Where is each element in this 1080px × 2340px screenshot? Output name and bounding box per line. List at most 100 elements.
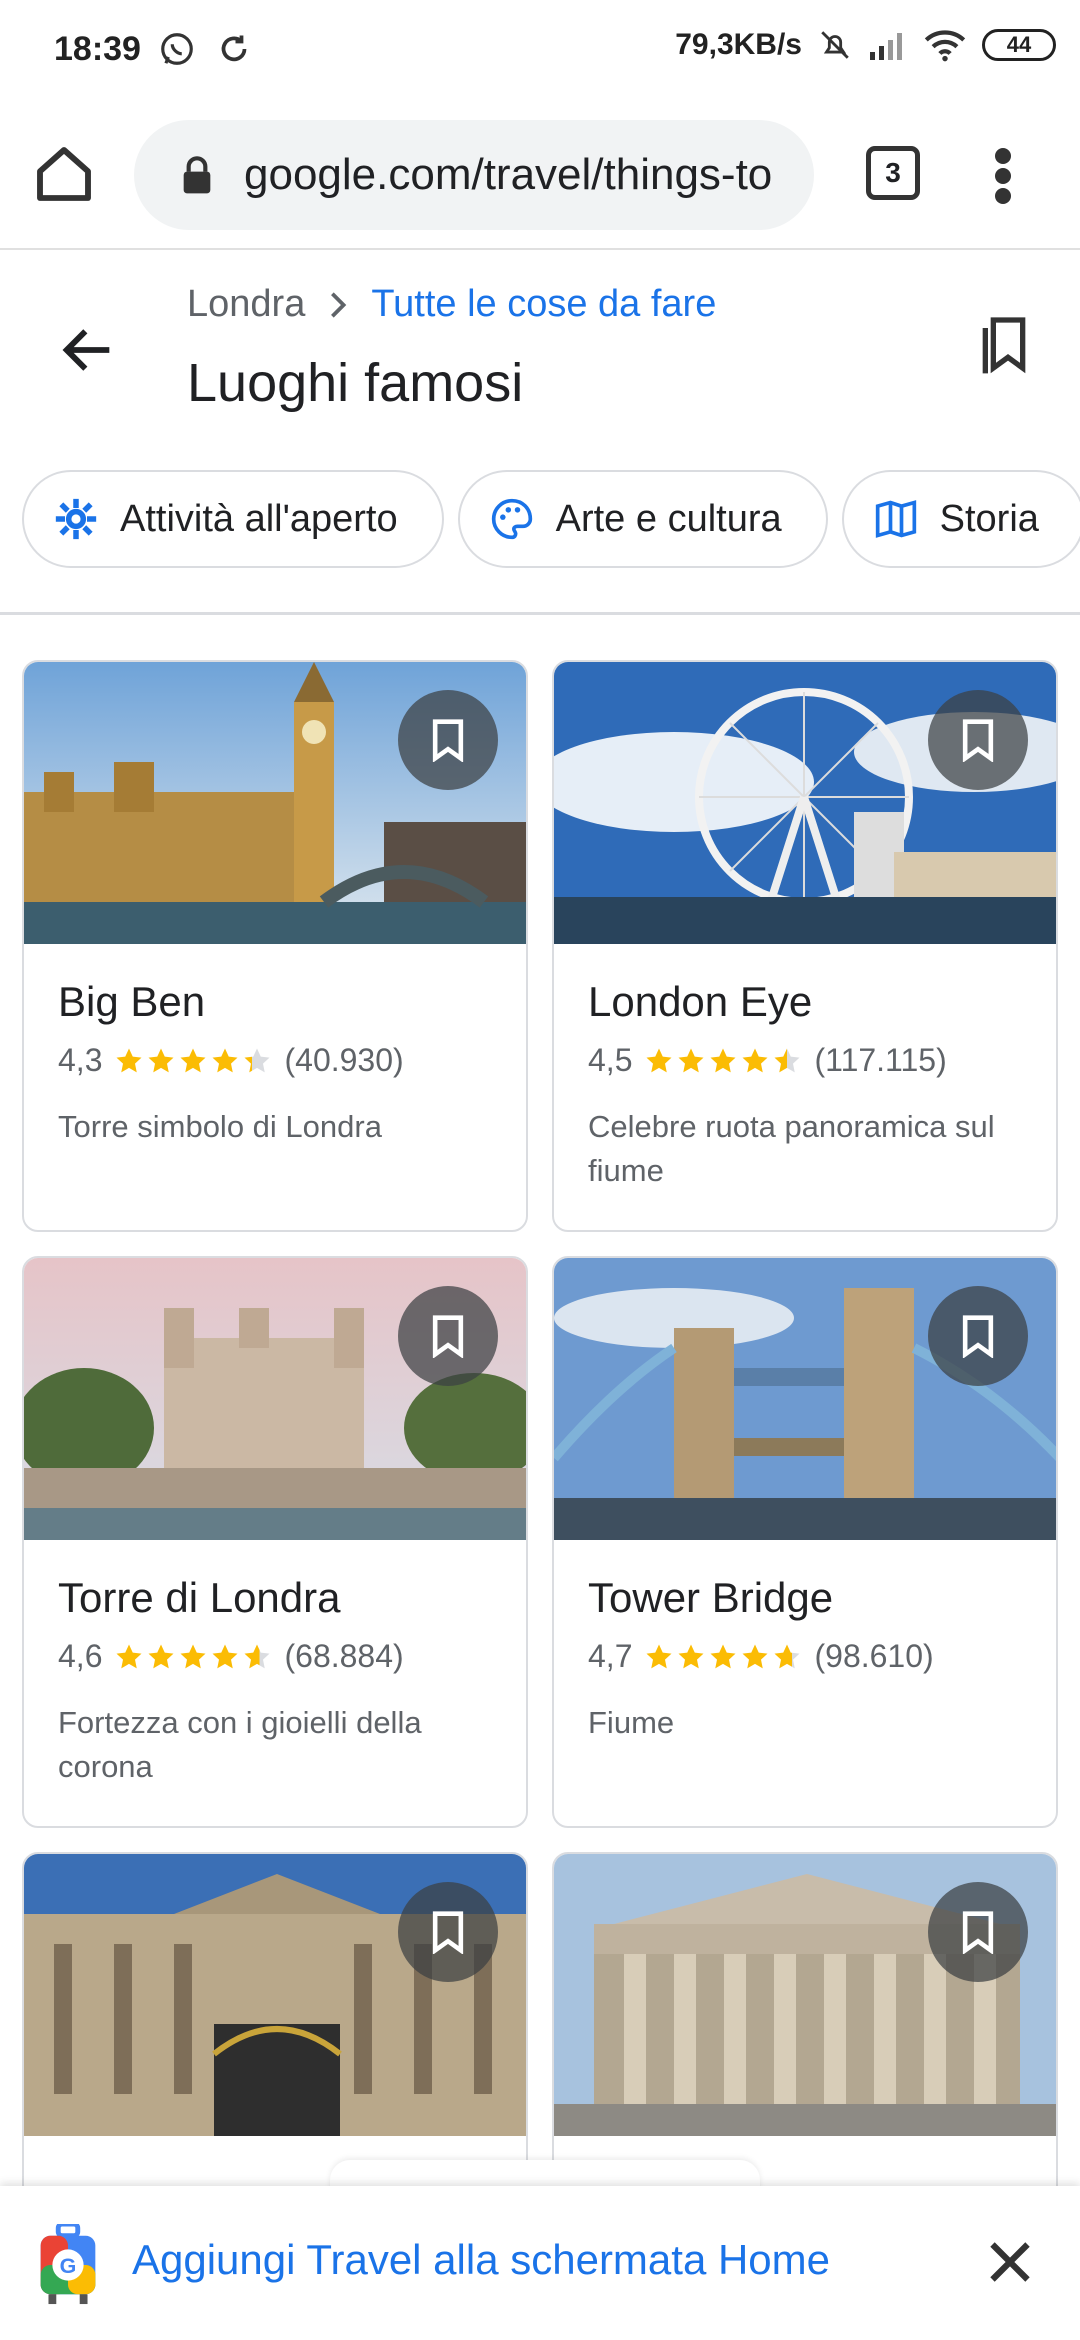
page-title: Luoghi famosi [187, 353, 524, 413]
url-text: google.com/travel/things-to [244, 150, 773, 199]
review-count: (98.610) [814, 1638, 934, 1674]
place-card[interactable] [552, 1852, 1058, 2212]
tab-switcher-button[interactable]: 3 [866, 146, 920, 200]
google-travel-icon: G [40, 2224, 96, 2305]
star-icon [244, 1048, 270, 1072]
place-card[interactable]: Big Ben 4,3 (40.930) Torre simbolo di Lo… [22, 660, 528, 1232]
bookmark-icon [432, 719, 464, 762]
status-bar: 18:39 79,3KB/s 44 [0, 0, 1080, 100]
place-image [24, 662, 526, 944]
save-button[interactable] [398, 1882, 498, 1982]
star-rating [644, 1046, 802, 1076]
lock-icon [183, 156, 211, 194]
bookmark-icon [962, 719, 994, 762]
rating-row: 4,5 (117.115) [588, 1042, 1022, 1079]
wifi-icon [924, 30, 966, 62]
star-icon [646, 1644, 672, 1668]
status-time: 18:39 [54, 30, 141, 68]
signal-icon [870, 33, 902, 60]
chevron-right-icon [331, 291, 347, 318]
chip-label: Attività all'aperto [120, 497, 398, 540]
place-title: Big Ben [58, 978, 206, 1025]
save-button[interactable] [398, 690, 498, 790]
save-button[interactable] [928, 1286, 1028, 1386]
palette-icon [491, 498, 532, 540]
chip-art-culture[interactable]: Arte e cultura [457, 470, 828, 568]
chip-history[interactable]: Storia [841, 470, 1080, 568]
place-card[interactable]: Torre di Londra 4,6 (68.884) Fortezza co… [22, 1256, 528, 1828]
place-description: Torre simbolo di Londra [58, 1109, 382, 1144]
category-chips: Attività all'aperto Arte e cultura Stori… [22, 470, 1080, 570]
place-image [554, 662, 1056, 944]
star-icon [774, 1644, 800, 1668]
place-card[interactable]: London Eye 4,5 (117.115) Celebre ruota p… [552, 660, 1058, 1232]
star-icon [212, 1048, 238, 1072]
rating-value: 4,3 [58, 1042, 103, 1078]
star-rating [644, 1642, 802, 1672]
sync-icon [221, 35, 247, 62]
browser-toolbar: google.com/travel/things-to 3 [0, 100, 1080, 250]
battery-indicator: 44 [982, 29, 1056, 61]
saved-lists-icon[interactable] [972, 312, 1036, 376]
status-left-icons [158, 30, 252, 68]
place-description: Celebre ruota panoramica sul fiume [588, 1109, 995, 1188]
breadcrumb-current[interactable]: Tutte le cose da fare [371, 283, 716, 326]
save-button[interactable] [398, 1286, 498, 1386]
star-icon [180, 1048, 206, 1072]
save-button[interactable] [928, 1882, 1028, 1982]
star-icon [244, 1644, 270, 1668]
rating-row: 4,3 (40.930) [58, 1042, 492, 1079]
rating-value: 4,7 [588, 1638, 633, 1674]
review-count: (40.930) [284, 1042, 404, 1078]
star-icon [148, 1644, 174, 1668]
star-icon [774, 1048, 800, 1072]
chip-outdoor[interactable]: Attività all'aperto [22, 470, 444, 568]
save-button[interactable] [928, 690, 1028, 790]
chip-label: Storia [939, 497, 1039, 540]
gear-icon [55, 498, 97, 540]
place-image [554, 1258, 1056, 1540]
bookmark-icon [432, 1315, 464, 1358]
place-image [24, 1854, 526, 2136]
banner-text: Aggiungi Travel alla schermata Home [132, 2236, 831, 2283]
place-title: Torre di Londra [58, 1574, 341, 1621]
breadcrumb-parent[interactable]: Londra [187, 283, 305, 326]
star-icon [710, 1048, 736, 1072]
rating-row: 4,6 (68.884) [58, 1638, 492, 1675]
network-speed: 79,3KB/s [675, 28, 802, 61]
whatsapp-icon [161, 33, 193, 65]
book-map-icon [875, 500, 916, 538]
place-title: Tower Bridge [588, 1574, 834, 1621]
back-arrow-icon[interactable] [56, 318, 120, 382]
bookmark-icon [432, 1911, 464, 1954]
bookmark-icon [962, 1911, 994, 1954]
star-icon [710, 1644, 736, 1668]
place-image [24, 1258, 526, 1540]
place-card[interactable]: Tower Bridge 4,7 (98.610) Fiume [552, 1256, 1058, 1828]
home-icon[interactable] [32, 142, 96, 206]
mute-icon [821, 31, 849, 59]
star-icon [180, 1644, 206, 1668]
status-right: 79,3KB/s 44 [675, 28, 1056, 62]
star-icon [678, 1048, 704, 1072]
rating-value: 4,5 [588, 1042, 633, 1078]
star-icon [646, 1048, 672, 1072]
rating-row: 4,7 (98.610) [588, 1638, 1022, 1675]
place-card[interactable] [22, 1852, 528, 2212]
place-description: Fortezza con i gioielli della corona [58, 1705, 422, 1784]
star-icon [116, 1644, 142, 1668]
address-bar[interactable]: google.com/travel/things-to [134, 120, 814, 230]
star-icon [212, 1644, 238, 1668]
rating-value: 4,6 [58, 1638, 103, 1674]
more-options-icon[interactable] [988, 146, 1018, 206]
star-rating [114, 1046, 272, 1076]
review-count: (68.884) [284, 1638, 404, 1674]
close-icon[interactable] [980, 2232, 1040, 2292]
svg-text:G: G [60, 2254, 77, 2278]
star-icon [742, 1644, 768, 1668]
star-icon [148, 1048, 174, 1072]
star-icon [742, 1048, 768, 1072]
star-rating [114, 1642, 272, 1672]
add-to-home-banner[interactable]: G Aggiungi Travel alla schermata Home [0, 2186, 1080, 2340]
bookmark-icon [962, 1315, 994, 1358]
